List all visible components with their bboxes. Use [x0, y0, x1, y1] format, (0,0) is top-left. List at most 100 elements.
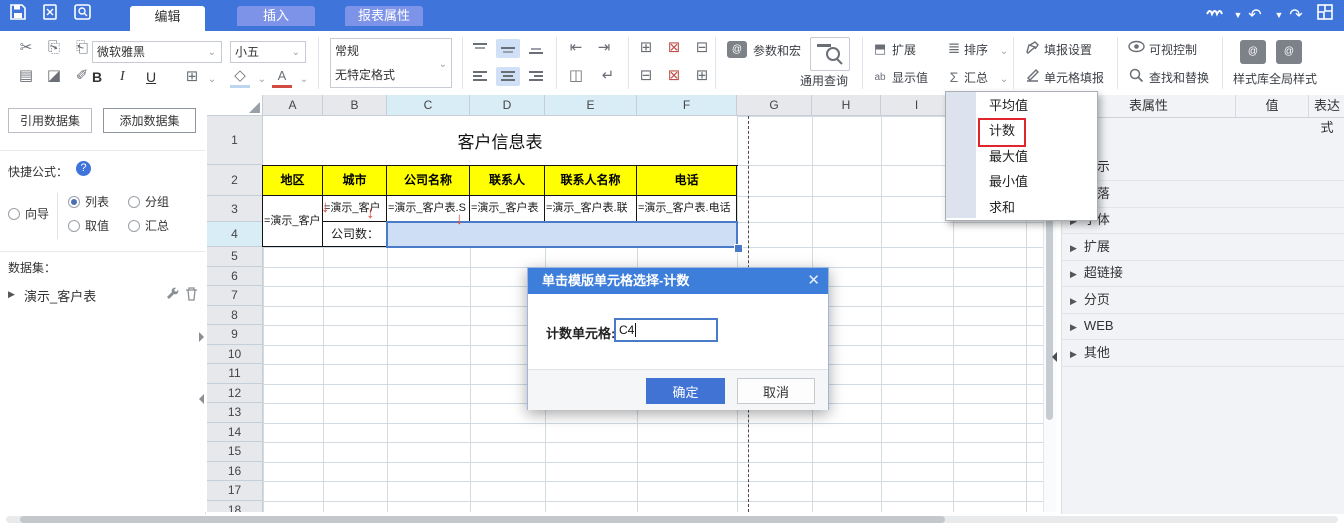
cell-F3[interactable]: =演示_客户表.电话: [637, 196, 737, 222]
radio-circle-icon[interactable]: [128, 220, 140, 232]
expand-arrow-icon[interactable]: ▶: [1070, 243, 1077, 253]
preview-icon[interactable]: [70, 4, 94, 27]
property-row-扩展[interactable]: ▶扩展: [1062, 234, 1344, 261]
property-row-超链接[interactable]: ▶超链接: [1062, 260, 1344, 287]
row-header-11[interactable]: 11: [207, 364, 263, 384]
expand-arrow-icon[interactable]: ▶: [8, 289, 15, 300]
row-header-1[interactable]: 1: [207, 116, 263, 165]
tab-插入[interactable]: 插入: [237, 6, 315, 26]
clear-format-icon[interactable]: ✐: [72, 67, 92, 85]
chevron-down-icon[interactable]: ⌄: [994, 43, 1014, 61]
underline-button[interactable]: U: [146, 69, 160, 85]
column-header-E[interactable]: E: [545, 95, 637, 116]
radio-circle-icon[interactable]: [68, 196, 80, 208]
row-header-8[interactable]: 8: [207, 306, 263, 326]
fill-color-icon[interactable]: ◇: [230, 67, 250, 88]
align-left-icon[interactable]: [468, 67, 492, 86]
column-header-H[interactable]: H: [812, 95, 881, 116]
chevron-down-icon[interactable]: ⌄: [252, 71, 272, 89]
row-header-10[interactable]: 10: [207, 345, 263, 365]
column-header-A[interactable]: A: [263, 95, 323, 116]
horizontal-scrollbar[interactable]: [6, 516, 1338, 523]
ok-button[interactable]: 确定: [646, 378, 725, 404]
row-header-17[interactable]: 17: [207, 481, 263, 501]
close-icon[interactable]: ✕: [807, 268, 820, 294]
row-header-16[interactable]: 16: [207, 462, 263, 482]
column-header-G[interactable]: G: [737, 95, 812, 116]
format-brush-icon[interactable]: [1203, 4, 1227, 27]
radio-option-列表[interactable]: 列表: [68, 193, 109, 210]
select-all-corner[interactable]: [207, 95, 263, 116]
window-split-icon[interactable]: [1313, 4, 1337, 27]
expand-arrow-icon[interactable]: ▶: [1070, 269, 1077, 279]
horizontal-scrollbar-thumb[interactable]: [20, 516, 945, 523]
delete-dataset-icon[interactable]: [185, 287, 198, 304]
cancel-button[interactable]: 取消: [737, 378, 815, 404]
expand-arrow-icon[interactable]: ▶: [1070, 296, 1077, 306]
menu-item-最大值[interactable]: 最大值: [976, 144, 1109, 169]
decrease-indent-icon[interactable]: ⇤: [566, 39, 586, 57]
row-header-13[interactable]: 13: [207, 403, 263, 423]
valign-bottom-icon[interactable]: [524, 39, 548, 58]
increase-indent-icon[interactable]: ⇥: [594, 39, 614, 57]
edit-dataset-icon[interactable]: [166, 287, 180, 304]
column-header-I[interactable]: I: [881, 95, 953, 116]
expand-arrow-icon[interactable]: ▶: [1070, 349, 1077, 359]
eraser-icon[interactable]: ◪: [44, 67, 64, 85]
copy-icon[interactable]: ⎘: [44, 39, 64, 57]
property-row-WEB[interactable]: ▶WEB: [1062, 313, 1344, 340]
general-query-button[interactable]: 通用查询: [800, 73, 848, 90]
borders-icon[interactable]: ⊞: [182, 68, 202, 86]
add-dataset-button[interactable]: 添加数据集: [103, 108, 196, 133]
header-cell-联系人[interactable]: 联系人: [470, 166, 545, 196]
delete-row-icon[interactable]: ⊠: [664, 39, 684, 57]
dataset-name[interactable]: 演示_客户表: [24, 286, 96, 305]
header-cell-地区[interactable]: 地区: [263, 166, 323, 196]
header-cell-城市[interactable]: 城市: [323, 166, 387, 196]
row-header-2[interactable]: 2: [207, 165, 263, 196]
wrap-text-icon[interactable]: ↵: [598, 67, 618, 85]
row-header-3[interactable]: 3: [207, 196, 263, 222]
font-name-select[interactable]: 微软雅黑 ⌄: [92, 41, 222, 63]
radio-option-向导[interactable]: 向导: [8, 205, 49, 222]
summarize-button[interactable]: 汇总: [964, 70, 988, 87]
collapse-handle-icon[interactable]: [199, 332, 204, 342]
cell-selection[interactable]: [386, 221, 738, 248]
valign-top-icon[interactable]: [468, 39, 492, 58]
header-cell-电话[interactable]: 电话: [637, 166, 737, 196]
property-row-分页[interactable]: ▶分页: [1062, 287, 1344, 314]
radio-circle-icon[interactable]: [8, 208, 20, 220]
paste-icon[interactable]: ⎗: [72, 39, 92, 57]
cell-D3[interactable]: =演示_客户表: [470, 196, 545, 222]
cell-B3[interactable]: =演示_客户: [323, 196, 387, 222]
cell-A3-merged[interactable]: =演示_客户: [263, 196, 323, 247]
row-header-14[interactable]: 14: [207, 423, 263, 443]
cell-B4[interactable]: 公司数：: [323, 222, 387, 247]
align-right-icon[interactable]: [524, 67, 548, 86]
panel-collapse-icon[interactable]: [1052, 352, 1057, 362]
column-header-B[interactable]: B: [323, 95, 387, 116]
insert-cell-icon[interactable]: ⊟: [636, 67, 656, 85]
format-painter-icon[interactable]: ▤: [16, 67, 36, 85]
chevron-down-icon[interactable]: ⌄: [994, 71, 1014, 89]
row-header-15[interactable]: 15: [207, 442, 263, 462]
menu-item-求和[interactable]: 求和: [976, 195, 1109, 220]
dataset-item[interactable]: ▶ 演示_客户表: [0, 283, 205, 307]
params-macro-button[interactable]: 参数和宏: [753, 43, 801, 60]
column-header-D[interactable]: D: [470, 95, 545, 116]
radio-circle-icon[interactable]: [68, 220, 80, 232]
row-header-5[interactable]: 5: [207, 247, 263, 267]
help-icon[interactable]: ?: [76, 161, 91, 176]
expand-arrow-icon[interactable]: ▶: [1070, 322, 1077, 332]
valign-middle-icon[interactable]: [496, 39, 520, 58]
bold-button[interactable]: B: [92, 69, 110, 85]
chevron-down-icon[interactable]: ⌄: [202, 71, 222, 89]
display-value-button[interactable]: 显示值: [892, 70, 928, 87]
row-header-4[interactable]: 4: [207, 222, 263, 247]
style-library-icon[interactable]: @: [1240, 40, 1266, 64]
row-header-6[interactable]: 6: [207, 267, 263, 287]
selection-handle[interactable]: [734, 244, 743, 253]
row-header-18[interactable]: 18: [207, 501, 263, 513]
sort-button[interactable]: 排序: [964, 42, 988, 59]
fill-settings-button[interactable]: 填报设置: [1044, 42, 1092, 59]
